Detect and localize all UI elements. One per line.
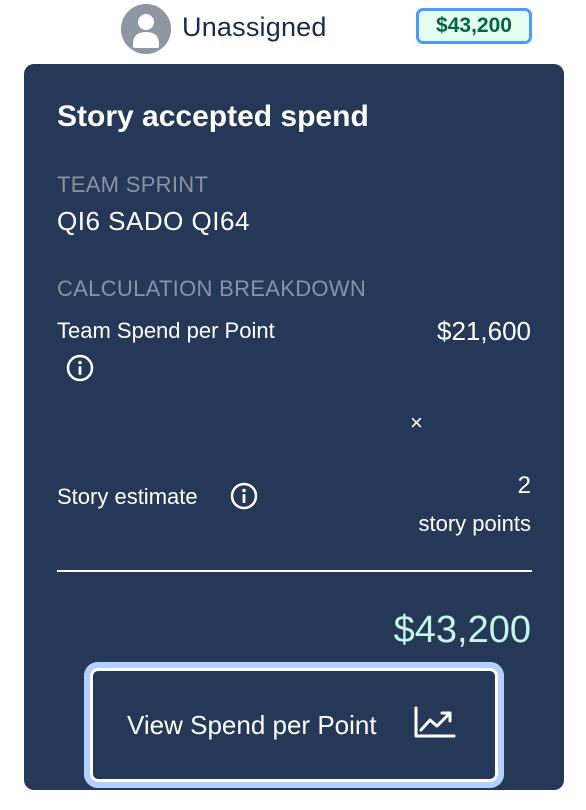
trending-chart-icon xyxy=(413,705,457,739)
user-avatar-icon[interactable] xyxy=(121,4,171,54)
view-spend-per-point-label: View Spend per Point xyxy=(127,709,377,740)
spend-amount-badge[interactable]: $43,200 xyxy=(416,8,532,44)
total-spend-value: $43,200 xyxy=(393,609,531,651)
total-divider xyxy=(57,570,532,572)
story-estimate-label: Story estimate xyxy=(57,484,198,509)
view-spend-per-point-button[interactable]: View Spend per Point xyxy=(84,662,504,788)
multiply-operator: × xyxy=(410,410,423,435)
card-title: Story accepted spend xyxy=(57,100,369,133)
calculation-breakdown-heading: CALCULATION BREAKDOWN xyxy=(57,276,367,301)
spend-per-point-label: Team Spend per Point xyxy=(57,318,275,343)
assignee-header: Unassigned $43,200 xyxy=(0,0,586,58)
spend-details-card: Story accepted spend TEAM SPRINT QI6 SAD… xyxy=(24,64,564,790)
spend-per-point-value: $21,600 xyxy=(437,316,531,346)
info-icon[interactable] xyxy=(66,354,94,382)
story-estimate-unit: story points xyxy=(418,511,532,536)
story-estimate-value: 2 xyxy=(517,472,531,499)
info-icon[interactable] xyxy=(230,482,258,510)
team-sprint-value: QI6 SADO QI64 xyxy=(57,206,250,236)
spend-panel: Unassigned $43,200 Story accepted spend … xyxy=(0,0,586,810)
assignee-label[interactable]: Unassigned xyxy=(182,12,327,43)
team-sprint-heading: TEAM SPRINT xyxy=(57,172,209,197)
